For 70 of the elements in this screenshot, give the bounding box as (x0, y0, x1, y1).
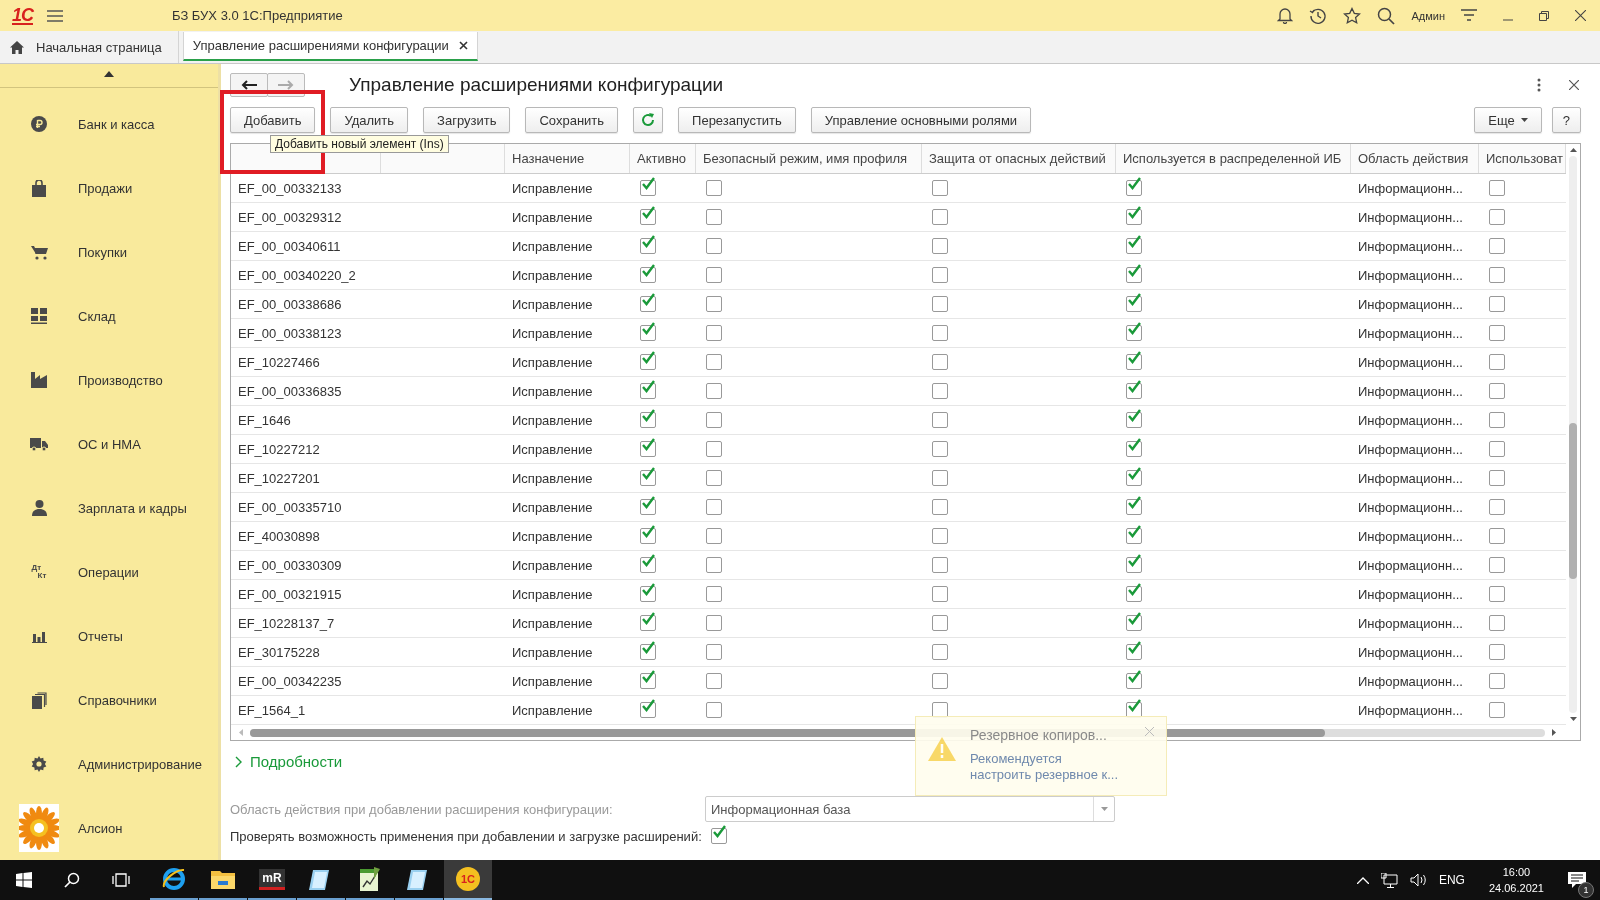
table-cell-text: Информационн... (1357, 208, 1464, 227)
table-cell-text: EF_00_00332133 (237, 179, 343, 198)
table-cell-text: Информационн... (1357, 701, 1464, 720)
table-cell-text: Информационн... (1357, 411, 1464, 430)
table-cell-text: Исправление (511, 440, 594, 459)
app-icon: 1С (456, 867, 480, 891)
table-cell-text: Исправление (511, 527, 594, 546)
table-cell-text: Исправление (511, 208, 594, 227)
table-cell-text: Исправление (511, 498, 594, 517)
table-cell-text: EF_00_00340611 (237, 237, 342, 256)
table-cell-text: Исправление (511, 266, 594, 285)
field-label: Область действия при добавлении расширения конфигурации: (230, 801, 614, 817)
table-cell-text: EF_10227212 (237, 440, 321, 459)
tab-label: Начальная страница (36, 39, 162, 55)
table-cell-text: EF_1646 (237, 411, 292, 430)
table-cell-text: Информационн... (1357, 614, 1464, 633)
table-cell-text: Информационн... (1357, 585, 1464, 604)
table-cell-text: Информационн... (1357, 353, 1464, 372)
table-cell-text: Информационн... (1357, 440, 1464, 459)
table-cell-text: Исправление (511, 237, 594, 256)
table-cell-text: Информационн... (1357, 382, 1464, 401)
notification-text: Рекомендуется настроить резервное к... (970, 751, 1120, 783)
table-cell-text: Исправление (511, 643, 594, 662)
debit-credit-icon: Дт Кт (31, 564, 47, 580)
table-cell-text: EF_10227201 (237, 469, 321, 488)
table-cell-text: Информационн... (1357, 469, 1464, 488)
table-cell-text: Информационн... (1357, 672, 1464, 691)
table-cell-text: Информационн... (1357, 295, 1464, 314)
tooltip: Добавить новый элемент (Ins) (270, 135, 449, 153)
table-cell-text: EF_00_00330309 (237, 556, 343, 575)
table-cell-text: Информационн... (1357, 556, 1464, 575)
table-cell-text: EF_10228137_7 (237, 614, 336, 633)
table-cell-text: EF_00_00329312 (237, 208, 343, 227)
notification-count-badge: 1 (1578, 882, 1594, 898)
table-cell-text: EF_10227466 (237, 353, 321, 372)
table-cell-text: Информационн... (1357, 324, 1464, 343)
table-cell-text: EF_40030898 (237, 527, 321, 546)
table-cell-text: EF_00_00340220_2 (237, 266, 357, 285)
table-cell-text: EF_00_00336835 (237, 382, 343, 401)
table-cell-text: EF_00_00338123 (237, 324, 343, 343)
table-cell-text: Исправление (511, 179, 594, 198)
tab-label: Управление расширениями конфигурации (192, 38, 449, 53)
table-cell-text: Исправление (511, 585, 594, 604)
table-cell-text: Информационн... (1357, 266, 1464, 285)
table-cell-text: EF_00_00321915 (237, 585, 343, 604)
table-cell-text: EF_00_00342235 (237, 672, 343, 691)
app-icon: mR (259, 868, 285, 890)
window-title: БЗ БУХ 3.0 1С:Предприятие (172, 8, 343, 23)
table-cell-text: Исправление (511, 324, 594, 343)
table-cell-text: Исправление (511, 469, 594, 488)
table-cell-text: Исправление (511, 353, 594, 372)
form-title: Управление расширениями конфигурации (349, 74, 724, 96)
table-cell-text: Информационн... (1357, 643, 1464, 662)
table-cell-text: Исправление (511, 411, 594, 430)
table-cell-text: Исправление (511, 701, 594, 720)
table-cell-text: Информационн... (1357, 179, 1464, 198)
notification-title: Резервное копиров... (970, 727, 1108, 743)
table-cell-text: Исправление (511, 556, 594, 575)
table-cell-text: EF_1564_1 (237, 701, 307, 720)
table-cell-text: Исправление (511, 614, 594, 633)
table-cell-text: Исправление (511, 672, 594, 691)
table-cell-text: EF_00_00338686 (237, 295, 343, 314)
table-cell-text: EF_30175228 (237, 643, 321, 662)
table-cell-text: Информационн... (1357, 237, 1464, 256)
table-cell-text: Исправление (511, 295, 594, 314)
field-label: Проверять возможность применения при добавлении и загрузке расширений: (230, 828, 702, 844)
table-cell-text: EF_00_00335710 (237, 498, 343, 517)
table-cell-text: Информационн... (1357, 527, 1464, 546)
table-cell-text: Информационн... (1357, 498, 1464, 517)
table-cell-text: Исправление (511, 382, 594, 401)
